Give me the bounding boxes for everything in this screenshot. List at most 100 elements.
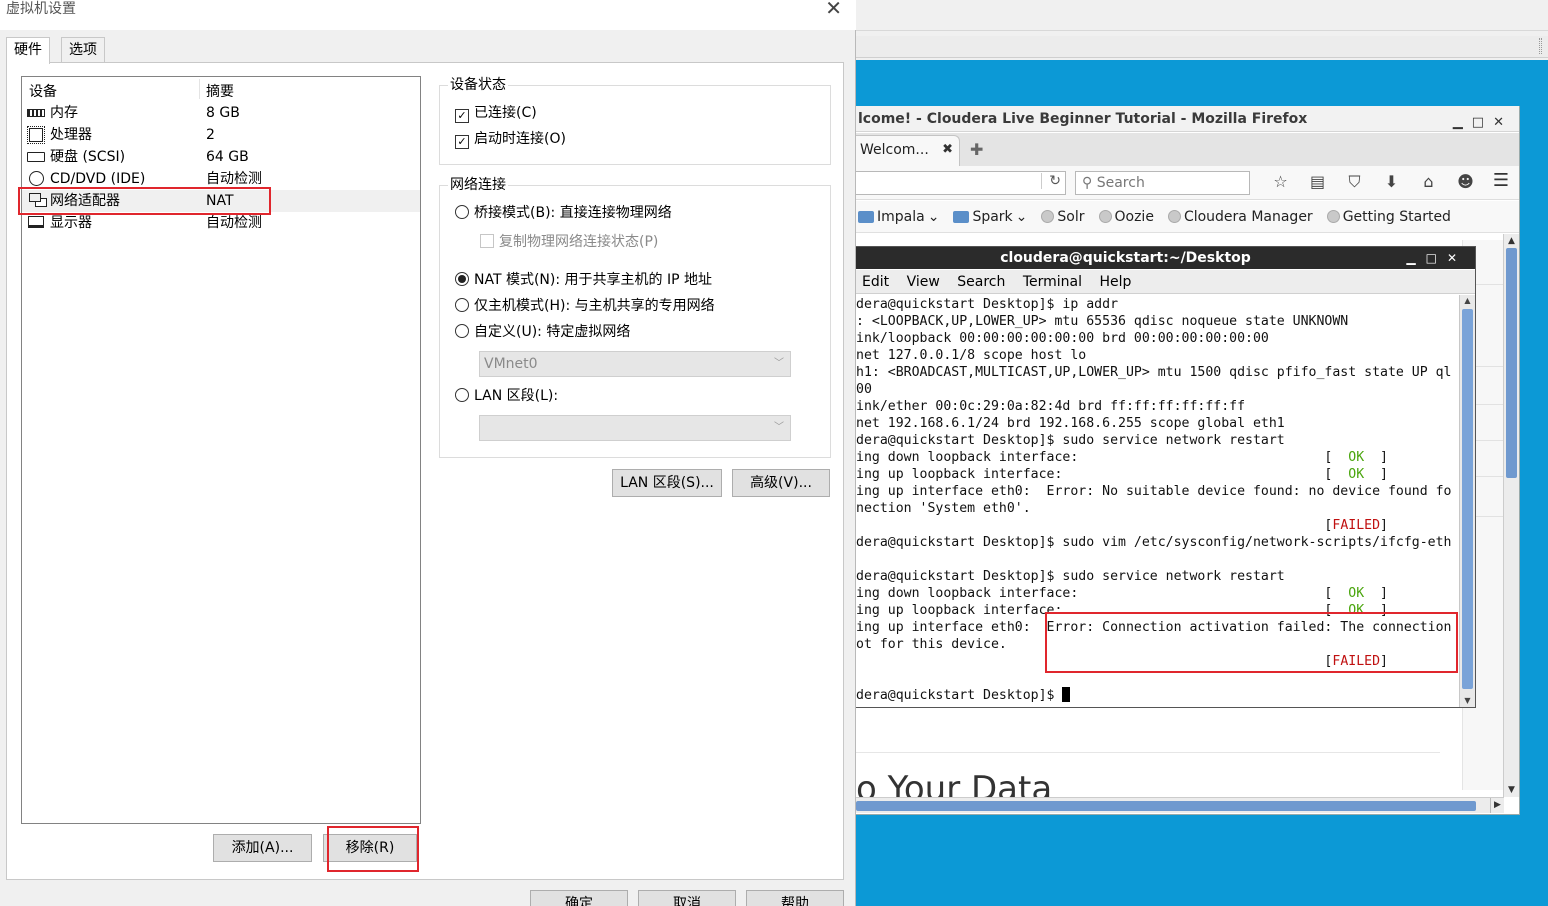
- bookmark-star-icon[interactable]: ☆: [1262, 172, 1299, 194]
- terminal-scroll-thumb[interactable]: [1462, 309, 1473, 689]
- checkmark-icon: ✓: [455, 135, 469, 149]
- reading-list-icon[interactable]: ▤: [1299, 172, 1336, 194]
- dialog-title: 虚拟机设置: [6, 1, 76, 17]
- close-icon[interactable]: ✕: [825, 0, 842, 18]
- tab-hardware[interactable]: 硬件: [6, 37, 50, 64]
- close-icon[interactable]: ✕: [1447, 251, 1467, 265]
- search-placeholder: Search: [1096, 175, 1145, 191]
- chevron-down-icon: ⌄: [1015, 208, 1028, 225]
- ok-button[interactable]: 确定: [530, 890, 628, 906]
- add-device-button[interactable]: 添加(A)...: [213, 834, 312, 862]
- terminal-line: ing up loopback interface: [ OK ]: [856, 467, 1388, 482]
- search-icon: ⚲: [1082, 175, 1093, 191]
- scroll-up-icon[interactable]: ▲: [1460, 295, 1475, 307]
- custom-network-radio[interactable]: 自定义(U): 特定虚拟网络: [455, 322, 630, 342]
- lan-segment-select[interactable]: ﹀: [479, 415, 791, 441]
- menu-terminal[interactable]: Terminal: [1023, 274, 1082, 290]
- globe-icon: [1041, 210, 1055, 223]
- pocket-icon[interactable]: ⛉: [1336, 172, 1373, 194]
- device-column-header[interactable]: 设备: [29, 81, 57, 101]
- cd-dvd-icon: [29, 171, 44, 186]
- firefox-title: lcome! - Cloudera Live Beginner Tutorial…: [858, 111, 1308, 127]
- page-horizontal-scrollbar[interactable]: ▶: [856, 797, 1504, 813]
- bookmark-oozie[interactable]: Oozie: [1098, 209, 1154, 225]
- close-icon[interactable]: ✕: [1493, 115, 1513, 130]
- network-adapter-highlight-box: [18, 187, 271, 215]
- help-button[interactable]: 帮助: [746, 890, 844, 906]
- menu-view[interactable]: View: [907, 274, 940, 290]
- terminal-line: dera@quickstart Desktop]$ sudo vim /etc/…: [856, 535, 1452, 550]
- tab-close-icon[interactable]: ✖: [942, 136, 953, 164]
- firefox-tab[interactable]: Welcom... ✖: [856, 135, 960, 166]
- tab-options[interactable]: 选项: [61, 37, 105, 63]
- chevron-down-icon: ⌄: [927, 208, 940, 225]
- host-toolbar-area: [856, 0, 1548, 60]
- download-icon[interactable]: ⬇: [1373, 172, 1410, 194]
- reload-icon[interactable]: ↻: [1041, 173, 1061, 189]
- terminal-line: : <LOOPBACK,UP,LOWER_UP> mtu 65536 qdisc…: [856, 314, 1349, 329]
- terminal-line: [FAILED]: [856, 518, 1388, 533]
- h-scroll-thumb[interactable]: [856, 801, 1476, 811]
- scroll-up-icon[interactable]: ▲: [1504, 234, 1519, 248]
- terminal-line: ing down loopback interface: [ OK ]: [856, 450, 1388, 465]
- advanced-button[interactable]: 高级(V)...: [732, 469, 830, 497]
- scroll-down-icon[interactable]: ▼: [1460, 695, 1475, 707]
- failed-status: FAILED: [1332, 518, 1381, 533]
- maximize-icon[interactable]: □: [1426, 251, 1447, 265]
- menu-edit[interactable]: Edit: [862, 274, 889, 290]
- terminal-title-bar: cloudera@quickstart:~/Desktop ▁□✕: [856, 247, 1475, 269]
- menu-help[interactable]: Help: [1099, 274, 1131, 290]
- device-row-processor[interactable]: 处理器 2: [22, 124, 420, 146]
- summary-column-header[interactable]: 摘要: [206, 81, 234, 101]
- terminal-line: ing down loopback interface: [ OK ]: [856, 586, 1388, 601]
- scroll-thumb[interactable]: [1506, 248, 1517, 478]
- vm-settings-dialog: 虚拟机设置 ✕ 硬件 选项 设备 摘要 内存 8 GB 处理器 2 硬盘 (SC…: [0, 0, 856, 906]
- bookmark-getting-started[interactable]: Getting Started: [1326, 209, 1451, 225]
- bookmark-cloudera-manager[interactable]: Cloudera Manager: [1167, 209, 1313, 225]
- vmnet-select[interactable]: VMnet0 ﹀: [479, 351, 791, 377]
- connected-checkbox[interactable]: ✓ 已连接(C): [455, 103, 537, 123]
- network-connection-title: 网络连接: [448, 176, 508, 194]
- home-icon[interactable]: ⌂: [1410, 172, 1447, 194]
- device-row-hard-disk[interactable]: 硬盘 (SCSI) 64 GB: [22, 146, 420, 168]
- minimize-icon[interactable]: ▁: [1453, 115, 1472, 130]
- lan-segments-button[interactable]: LAN 区段(S)...: [612, 469, 722, 497]
- device-list-header: 设备 摘要: [22, 77, 420, 101]
- globe-icon: [1098, 210, 1112, 223]
- ok-status: OK: [1348, 586, 1365, 601]
- scroll-down-icon[interactable]: ▼: [1504, 783, 1519, 797]
- bookmark-spark[interactable]: Spark ⌄: [953, 209, 1027, 225]
- terminal-scrollbar[interactable]: ▲ ▼: [1459, 295, 1475, 707]
- globe-icon: [1167, 210, 1181, 223]
- cancel-button[interactable]: 取消: [638, 890, 736, 906]
- folder-icon: [858, 210, 874, 223]
- bookmark-solr[interactable]: Solr: [1041, 209, 1085, 225]
- minimize-icon[interactable]: ▁: [1406, 251, 1425, 265]
- resize-grip[interactable]: [1539, 38, 1542, 54]
- hamburger-menu-icon[interactable]: ☰: [1493, 170, 1509, 191]
- chevron-down-icon: ﹀: [774, 358, 784, 369]
- device-row-display[interactable]: 显示器 自动检测: [22, 212, 420, 234]
- chat-icon[interactable]: ☻: [1447, 172, 1484, 194]
- menu-search[interactable]: Search: [957, 274, 1005, 290]
- page-vertical-scrollbar[interactable]: ▲ ▼: [1503, 234, 1519, 797]
- remove-button-highlight-box: [327, 826, 419, 872]
- memory-icon: [27, 109, 45, 117]
- folder-icon: [953, 210, 970, 223]
- host-only-mode-radio[interactable]: 仅主机模式(H): 与主机共享的专用网络: [455, 296, 715, 316]
- connect-at-power-on-checkbox[interactable]: ✓ 启动时连接(O): [455, 129, 566, 149]
- terminal-line: ink/loopback 00:00:00:00:00:00 brd 00:00…: [856, 331, 1269, 346]
- nat-mode-radio[interactable]: NAT 模式(N): 用于共享主机的 IP 地址: [455, 270, 712, 290]
- device-row-memory[interactable]: 内存 8 GB: [22, 102, 420, 124]
- lan-segment-radio[interactable]: LAN 区段(L):: [455, 386, 558, 406]
- maximize-icon[interactable]: □: [1472, 115, 1493, 130]
- new-tab-icon[interactable]: ✚: [970, 140, 983, 159]
- globe-icon: [1326, 210, 1340, 223]
- scroll-right-icon[interactable]: ▶: [1490, 798, 1504, 813]
- bookmark-impala[interactable]: Impala ⌄: [858, 209, 939, 225]
- search-box[interactable]: ⚲ Search: [1075, 171, 1250, 195]
- url-bar[interactable]: ↻: [854, 171, 1066, 195]
- terminal-line: net 192.168.6.1/24 brd 192.168.6.255 sco…: [856, 416, 1285, 431]
- replicate-state-checkbox[interactable]: 复制物理网络连接状态(P): [480, 232, 658, 252]
- bridged-mode-radio[interactable]: 桥接模式(B): 直接连接物理网络: [455, 203, 672, 223]
